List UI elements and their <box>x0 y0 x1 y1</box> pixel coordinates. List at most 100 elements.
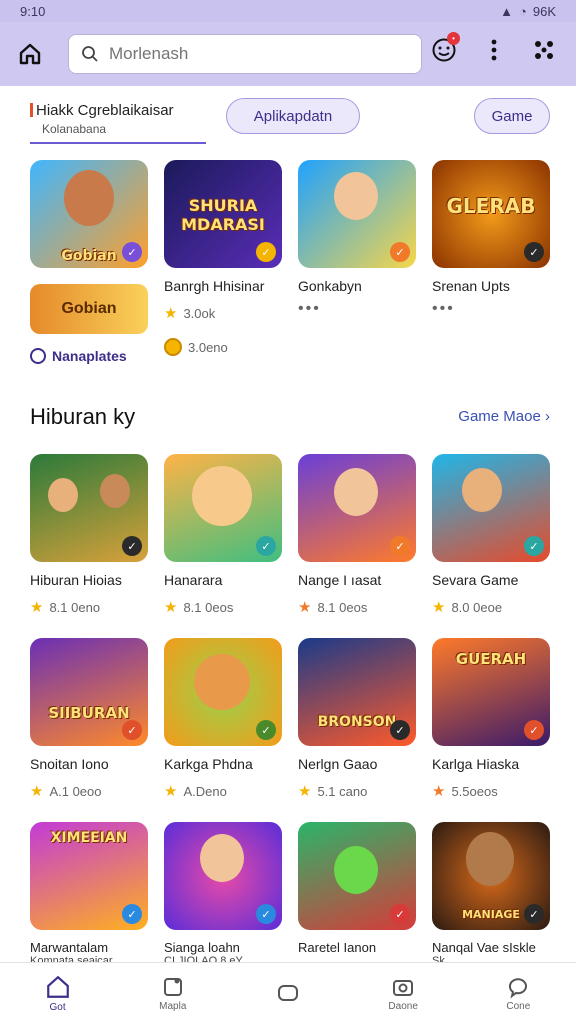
install-icon[interactable]: ✓ <box>524 242 544 262</box>
install-icon[interactable]: ✓ <box>256 720 276 740</box>
app-card[interactable]: GUERAH ✓ Karlga Hiaska ★ 5.5oeos <box>432 638 550 800</box>
apps-button[interactable] <box>530 36 558 64</box>
camera-icon <box>393 980 414 996</box>
see-more-link[interactable]: Game Maoe › <box>458 408 550 425</box>
character-art <box>334 846 378 894</box>
app-thumbnail[interactable]: GUERAH ✓ <box>432 638 550 746</box>
search-bar[interactable] <box>68 34 422 74</box>
app-card[interactable]: ✓ Sianga loahn CI JIOLAO.8 eY <box>164 822 282 967</box>
more-dots-icon[interactable]: ••• <box>432 300 550 318</box>
bubble-icon <box>509 978 528 999</box>
star-icon: ★ <box>164 305 178 322</box>
featured-card[interactable]: GLERAB ✓ Srenan Upts ••• <box>432 160 550 318</box>
app-thumbnail[interactable]: ✓ <box>298 454 416 562</box>
nav-home[interactable]: Got <box>18 974 98 1013</box>
chip-apps[interactable]: Aplikapdatn <box>226 98 360 134</box>
character-art <box>100 474 130 508</box>
install-icon[interactable]: ✓ <box>524 904 544 924</box>
featured-card[interactable]: SHURIA MDARASI ✓ Banrgh Hhisinar ★ 3.0ok … <box>164 160 282 356</box>
character-art <box>466 832 514 886</box>
install-icon[interactable]: ✓ <box>390 536 410 556</box>
logo-banner: Gobian <box>30 284 148 334</box>
nav-label: Cone <box>506 1001 531 1012</box>
chat-icon <box>277 984 298 1001</box>
app-name: Gonkabyn <box>298 278 362 294</box>
featured-card[interactable]: Gobian ✓ Gobian Nanaplates <box>30 160 148 364</box>
app-name: Snoitan Iono <box>30 756 109 772</box>
app-name: Nanaplates <box>52 348 127 364</box>
app-thumbnail[interactable]: ✓ <box>164 822 282 930</box>
nav-daone[interactable]: Daone <box>363 975 443 1012</box>
coin-icon <box>164 338 182 356</box>
notification-badge: • <box>447 32 460 45</box>
search-input[interactable] <box>109 44 409 64</box>
app-thumbnail[interactable]: GLERAB ✓ <box>432 160 550 268</box>
nav-chat[interactable] <box>248 981 328 1007</box>
app-rating: 8.0 0eoe <box>451 599 503 615</box>
app-thumbnail[interactable]: ✓ <box>164 454 282 562</box>
install-icon[interactable]: ✓ <box>390 904 410 924</box>
coin-value: 3.0eno <box>188 339 228 355</box>
character-art <box>462 468 502 512</box>
app-name: Sianga loahn <box>164 940 240 955</box>
install-icon[interactable]: ✓ <box>390 720 410 740</box>
install-icon[interactable]: ✓ <box>122 536 142 556</box>
battery-label: 96K <box>532 3 556 19</box>
app-thumbnail[interactable]: ✓ <box>164 638 282 746</box>
app-card[interactable]: ✓ Hanarara ★ 8.1 0eos <box>164 454 282 616</box>
app-card[interactable]: ✓ Hiburan Hioias ★ 8.1 0eno <box>30 454 148 616</box>
app-thumbnail[interactable]: ✓ <box>432 454 550 562</box>
nav-label: Daone <box>388 1001 418 1012</box>
app-thumbnail[interactable]: ✓ <box>298 160 416 268</box>
install-icon[interactable]: ✓ <box>256 904 276 924</box>
tab-active[interactable]: Hiakk Cgreblaikaisar Kolanabana <box>30 96 206 144</box>
home-button[interactable] <box>12 36 48 72</box>
install-icon[interactable]: ✓ <box>524 536 544 556</box>
app-name: Raretel Ianon <box>298 940 377 955</box>
app-thumbnail[interactable]: MANIAGE ✓ <box>432 822 550 930</box>
star-icon: ★ <box>164 599 178 616</box>
app-name: Hanarara <box>164 572 223 588</box>
star-icon: ★ <box>164 783 178 800</box>
app-thumbnail[interactable]: ✓ <box>298 822 416 930</box>
install-icon[interactable]: ✓ <box>390 242 410 262</box>
app-thumbnail[interactable]: Gobian ✓ <box>30 160 148 268</box>
app-card[interactable]: ✓ Karkga Phdna ★ A.Deno <box>164 638 282 800</box>
chip-game[interactable]: Game <box>474 98 550 134</box>
more-menu-button[interactable] <box>480 36 508 64</box>
more-vertical-icon <box>491 39 497 61</box>
app-thumbnail[interactable]: ✓ <box>30 454 148 562</box>
app-card[interactable]: ✓ Sevara Game ★ 8.0 0eoe <box>432 454 550 616</box>
app-name: Hiburan Hioias <box>30 572 122 588</box>
featured-card[interactable]: ✓ Gonkabyn ••• <box>298 160 416 318</box>
app-thumbnail[interactable]: SIIBURAN ✓ <box>30 638 148 746</box>
install-icon[interactable]: ✓ <box>256 242 276 262</box>
install-icon[interactable]: ✓ <box>256 536 276 556</box>
more-dots-icon[interactable]: ••• <box>298 300 416 318</box>
app-rating: 8.1 0eos <box>317 599 368 615</box>
character-art <box>64 170 114 226</box>
nav-mapla[interactable]: Mapla <box>133 975 213 1012</box>
app-card[interactable]: MANIAGE ✓ Nanqal Vae sIskle Sk <box>432 822 550 967</box>
app-card[interactable]: ✓ Nange I ıasat ★ 8.1 0eos <box>298 454 416 616</box>
app-rating: 8.1 0eno <box>49 599 101 615</box>
install-icon[interactable]: ✓ <box>122 904 142 924</box>
star-icon: ★ <box>432 783 446 800</box>
profile-button[interactable]: • <box>430 32 460 64</box>
app-card[interactable]: ✓ Raretel Ianon <box>298 822 416 955</box>
app-name: Karlga Hiaska <box>432 756 520 772</box>
nav-cone[interactable]: Cone <box>478 975 558 1012</box>
character-art <box>334 468 378 516</box>
apps-icon <box>535 41 553 59</box>
app-card[interactable]: XIMEEIAN ✓ Marwantalam Komnata seaicar <box>30 822 148 967</box>
app-card[interactable]: BRONSON ✓ Nerlgn Gaao ★ 5.1 cano <box>298 638 416 800</box>
top-bar: • <box>0 22 576 86</box>
app-card[interactable]: SIIBURAN ✓ Snoitan Iono ★ A.1 0eoo <box>30 638 148 800</box>
signal-icon: ▲ <box>500 3 513 19</box>
app-thumbnail[interactable]: BRONSON ✓ <box>298 638 416 746</box>
install-icon[interactable]: ✓ <box>524 720 544 740</box>
install-icon[interactable]: ✓ <box>122 242 142 262</box>
install-icon[interactable]: ✓ <box>122 720 142 740</box>
app-thumbnail[interactable]: SHURIA MDARASI ✓ <box>164 160 282 268</box>
app-thumbnail[interactable]: XIMEEIAN ✓ <box>30 822 148 930</box>
